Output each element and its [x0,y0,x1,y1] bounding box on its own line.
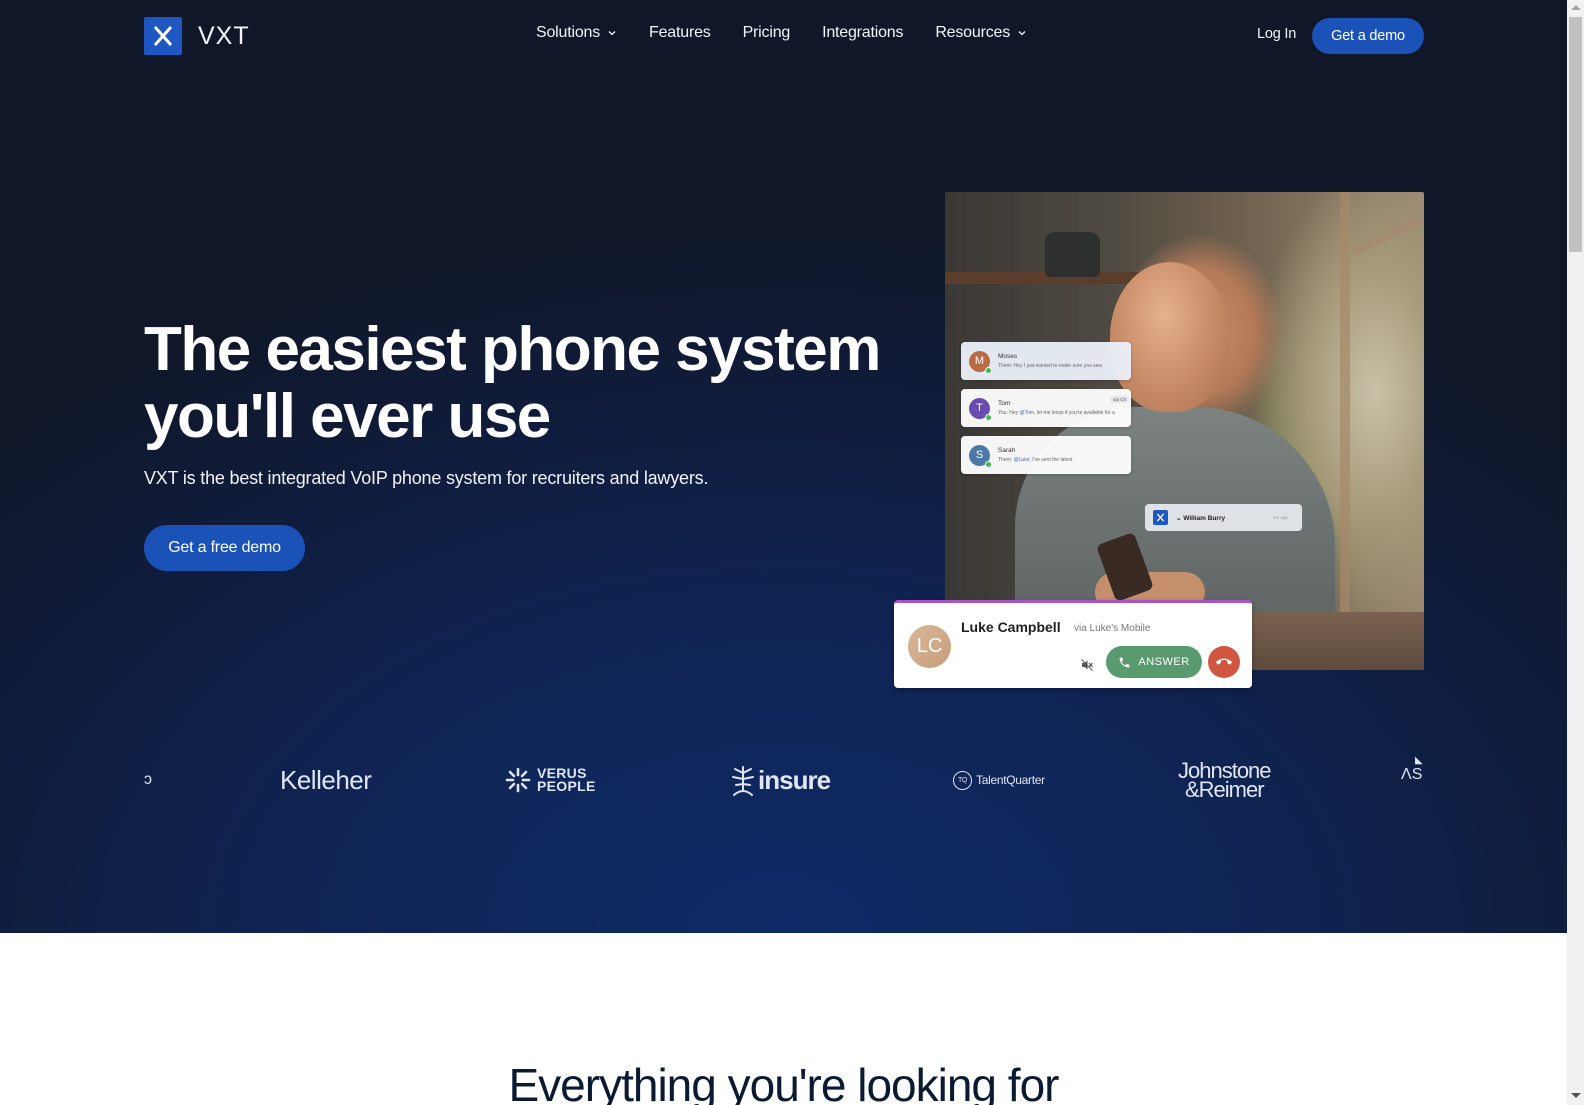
message-prefix: Them: [998,457,1014,463]
hang-up-icon [1216,658,1232,665]
chat-message: You: Hey @Tom, let me know if you're ava… [998,410,1115,416]
talent-quarter-badge: TQ [953,770,972,790]
scrollbar-thumb[interactable] [1569,17,1582,252]
chat-text: Sarah Them: @Luke, I've sent the latest [998,447,1072,463]
logo-talent-quarter: TQ TalentQuarter [953,755,1045,805]
chevron-down-icon [608,31,616,36]
johnstone-text: Johnstone &Reimer [1178,760,1272,802]
top-nav: VXT Solutions Features Pricing Integrati… [0,0,1567,72]
scroll-up-arrow-icon[interactable] [1571,5,1581,10]
photo-window [1340,192,1350,670]
johnstone-line2: &Reimer [1184,777,1265,802]
answer-label: ANSWER [1138,656,1190,668]
hero-headline: The easiest phone system you'll ever use [144,315,881,451]
caller-via: via Luke's Mobile [1074,623,1151,634]
logo-insure: insure [730,755,831,805]
hero-photo-man-on-phone [945,192,1424,670]
insure-tree-icon [732,766,754,796]
message-suffix: , I've sent the latest [1029,457,1073,463]
logo-johnstone-reimer: Johnstone &Reimer [1178,755,1272,805]
chat-text: Tom You: Hey @Tom, let me know if you're… [998,400,1115,416]
photo-window-bar [1351,216,1423,256]
chat-card-moses: M Moses Them: Hey I just wanted to make … [961,342,1131,380]
nav-integrations[interactable]: Integrations [822,24,903,42]
photo-pot [1045,232,1100,277]
page-scrollbar[interactable] [1567,0,1584,1105]
features-section-title: Everything you're looking for [508,1059,1060,1105]
chat-card-sarah: S Sarah Them: @Luke, I've sent the lates… [961,436,1131,474]
talent-quarter-text: TalentQuarter [976,773,1045,787]
get-free-demo-button[interactable]: Get a free demo [144,525,305,571]
nav-features[interactable]: Features [649,24,711,42]
notification-caller: William Burry [1183,514,1226,522]
nav-resources-label: Resources [935,24,1010,41]
mention: @Luke [1013,457,1030,463]
channel-tag: via Ch [1110,396,1129,403]
logo-verus-people: VERUS PEOPLE [504,755,596,805]
page: VXT Solutions Features Pricing Integrati… [0,0,1567,1105]
logo-partial-right: ◣ ΛS [1401,755,1423,805]
online-status-dot [985,366,992,374]
notification-card: ⌄ William Burry 1m ago [1145,504,1302,531]
chat-name: Moses [998,353,1018,360]
verus-line2: PEOPLE [537,778,596,794]
nav-pricing[interactable]: Pricing [743,24,791,42]
incoming-call-card: LC Luke Campbell via Luke's Mobile ANSWE… [894,600,1252,688]
mention: @Tom [1019,410,1035,416]
notification-time: 1m ago [1272,515,1288,520]
chat-message: Them: Hey I just wanted to make sure you… [998,363,1102,369]
avatar: S [969,444,992,468]
vxt-x-icon [144,17,182,55]
avatar-initial: S [975,449,984,461]
brand-name: VXT [198,21,250,50]
chat-name: Sarah [998,447,1016,454]
avatar: M [969,350,992,374]
nav-links: Solutions Features Pricing Integrations … [536,24,1059,42]
message-prefix: You: Hey [998,410,1020,416]
login-link[interactable]: Log In [1257,26,1296,42]
chat-name: Tom [998,400,1011,407]
caller-avatar: LC [908,625,951,668]
hero-section: VXT Solutions Features Pricing Integrati… [0,0,1567,933]
avatar-initial: T [976,402,983,414]
notification-name: ⌄ William Burry [1176,514,1226,522]
partial-logo-text: ΛS [1401,766,1423,783]
insure-text: insure [758,764,831,795]
nav-solutions[interactable]: Solutions [536,24,617,42]
get-demo-button[interactable]: Get a demo [1312,18,1424,54]
logo-kelleher: Kelleher [280,764,372,795]
nav-solutions-label: Solutions [536,24,601,41]
chevron-down-icon [1018,31,1026,36]
message-suffix: , let me know if you're available for a [1034,410,1115,416]
partial-logo-mark: ◣ [1415,755,1423,766]
avatar: T [969,397,992,421]
chat-message: Them: @Luke, I've sent the latest [998,457,1072,463]
caller-name: Luke Campbell [961,619,1061,635]
mute-icon[interactable] [1080,658,1094,672]
phone-icon [1119,657,1130,667]
nav-resources[interactable]: Resources [935,24,1027,42]
logo-partial-left: ↄ [144,771,152,788]
verus-star-icon [505,767,531,793]
hero-subhead: VXT is the best integrated VoIP phone sy… [144,468,709,488]
customer-logos-carousel: ↄ Kelleher VERUS PEOPLE insure TQ Talent… [144,755,1424,805]
chat-card-tom: T Tom You: Hey @Tom, let me know if you'… [961,389,1131,427]
chat-text: Moses Them: Hey I just wanted to make su… [998,353,1102,369]
scroll-down-arrow-icon[interactable] [1571,1093,1581,1098]
decline-call-button[interactable] [1208,646,1240,678]
online-status-dot [985,413,992,421]
avatar-initial: M [974,355,985,367]
vxt-x-icon [1153,510,1168,525]
answer-call-button[interactable]: ANSWER [1106,646,1202,678]
verus-text: VERUS PEOPLE [537,766,596,794]
online-status-dot [985,460,992,468]
brand-logo[interactable]: VXT [144,17,250,55]
